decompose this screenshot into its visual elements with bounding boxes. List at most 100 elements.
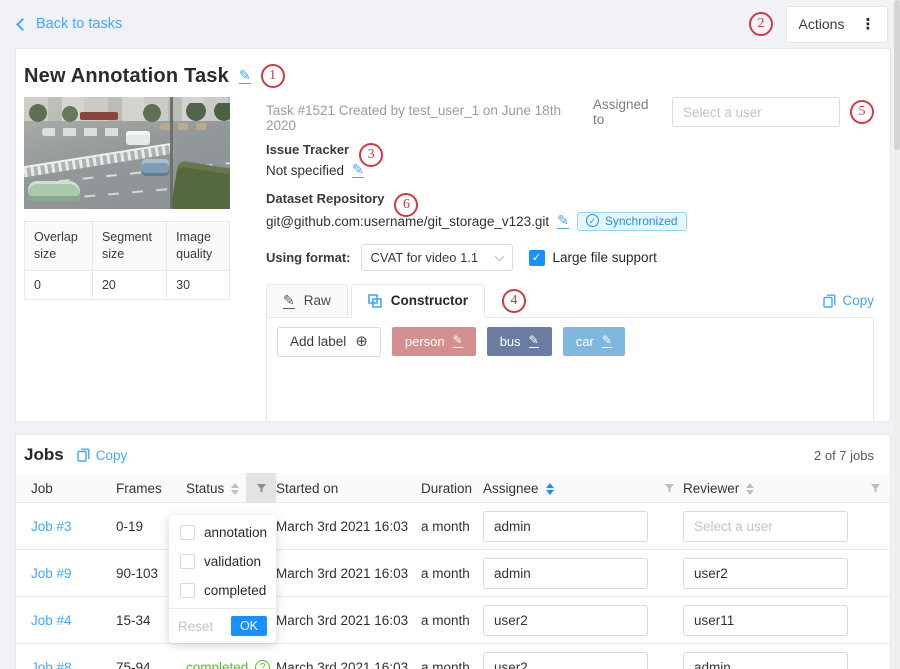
copy-icon	[823, 294, 836, 308]
actions-button-label: Actions	[799, 16, 845, 32]
assignee-select-input[interactable]	[672, 97, 840, 127]
task-title-row: New Annotation Task ✎ 1	[24, 61, 874, 91]
job-link[interactable]: Job #8	[31, 660, 116, 669]
column-assignee[interactable]: Assignee	[483, 481, 655, 496]
copy-labels-label: Copy	[842, 293, 874, 308]
thumbnail-green-car	[28, 181, 80, 201]
tab-raw-label: Raw	[304, 293, 331, 308]
edit-label-icon[interactable]: ✎	[453, 334, 463, 348]
copy-labels-button[interactable]: Copy	[823, 293, 874, 308]
filter-funnel-icon	[664, 483, 675, 494]
jobs-card: Jobs Copy 2 of 7 jobs Job Frames Status …	[15, 434, 891, 669]
scrollbar[interactable]	[894, 0, 900, 669]
edit-task-name-icon[interactable]: ✎	[239, 68, 251, 84]
job-assignee-input[interactable]	[483, 652, 648, 669]
actions-area: 2 Actions ⋮	[749, 6, 888, 43]
pencil-icon: ✎	[283, 293, 295, 309]
jobs-table-header: Job Frames Status Started on Duration As…	[16, 473, 890, 503]
filter-option-annotation[interactable]: annotation	[169, 518, 276, 547]
job-status: completed ?	[186, 660, 246, 669]
filter-ok-button[interactable]: OK	[231, 616, 267, 636]
parameters-header-row: Overlap size Segment size Image quality	[25, 222, 230, 271]
large-file-support-label: Large file support	[553, 250, 657, 265]
job-duration: a month	[421, 519, 483, 534]
column-reviewer-label: Reviewer	[683, 481, 739, 496]
job-link[interactable]: Job #4	[31, 613, 116, 628]
task-details-card: New Annotation Task ✎ 1	[15, 48, 891, 422]
job-row: Job #8 75-94 completed ? March 3rd 2021 …	[16, 644, 890, 669]
dataset-repository-url: git@github.com:username/git_storage_v123…	[266, 214, 549, 229]
label-tag-person[interactable]: person ✎	[392, 327, 476, 356]
status-filter-button[interactable]	[246, 473, 276, 503]
format-select[interactable]: CVAT for video 1.1	[361, 244, 513, 271]
filter-option-label: annotation	[204, 525, 267, 540]
assignee-filter-button[interactable]	[655, 473, 683, 503]
edit-label-icon[interactable]: ✎	[529, 334, 539, 348]
job-duration: a month	[421, 660, 483, 669]
job-row: Job #4 15-34 March 3rd 2021 16:03 a mont…	[16, 597, 890, 644]
filter-option-label: validation	[204, 554, 261, 569]
column-duration: Duration	[421, 481, 483, 496]
image-quality-header: Image quality	[167, 222, 230, 271]
job-duration: a month	[421, 613, 483, 628]
filter-reset-button[interactable]: Reset	[178, 619, 213, 634]
dataset-repository-label: Dataset Repository	[266, 191, 384, 206]
tab-raw[interactable]: ✎ Raw	[266, 284, 348, 318]
column-status[interactable]: Status	[186, 481, 246, 496]
sort-icon-active	[546, 483, 554, 495]
job-reviewer-input[interactable]	[683, 652, 848, 669]
job-reviewer-input[interactable]	[683, 511, 848, 542]
job-reviewer-input[interactable]	[683, 605, 848, 636]
label-tag-bus[interactable]: bus ✎	[487, 327, 552, 356]
task-preview-column: Overlap size Segment size Image quality …	[24, 97, 230, 422]
column-frames: Frames	[116, 481, 186, 496]
thumbnail-distant-cars	[160, 123, 212, 130]
job-assignee-input[interactable]	[483, 511, 648, 542]
sync-status-badge[interactable]: ✓ Synchronized	[577, 212, 687, 231]
scrollbar-thumb[interactable]	[894, 0, 900, 150]
checkbox-unchecked[interactable]	[180, 583, 195, 598]
back-to-tasks-link[interactable]: Back to tasks	[18, 16, 122, 32]
label-tag-name: bus	[500, 334, 521, 349]
jobs-count: 2 of 7 jobs	[814, 448, 874, 463]
column-job: Job	[31, 481, 116, 496]
job-row: Job #9 90-103 March 3rd 2021 16:03 a mon…	[16, 550, 890, 597]
column-assignee-label: Assignee	[483, 481, 539, 496]
job-row: Job #3 0-19 March 3rd 2021 16:03 a month	[16, 503, 890, 550]
task-meta-text: Task #1521 Created by test_user_1 on Jun…	[266, 97, 593, 133]
callout-2: 2	[749, 12, 773, 36]
edit-label-icon[interactable]: ✎	[602, 334, 612, 348]
label-tag-car[interactable]: car ✎	[563, 327, 625, 356]
plus-circle-icon: ⊕	[355, 334, 368, 349]
job-link[interactable]: Job #9	[31, 566, 116, 581]
filter-option-validation[interactable]: validation	[169, 547, 276, 576]
overlap-size-value: 0	[25, 270, 93, 299]
job-started-on: March 3rd 2021 16:03	[276, 660, 421, 669]
filter-option-completed[interactable]: completed	[169, 576, 276, 605]
checkbox-unchecked[interactable]	[180, 554, 195, 569]
callout-5: 5	[850, 100, 874, 124]
sync-status-label: Synchronized	[605, 214, 678, 228]
checkbox-unchecked[interactable]	[180, 525, 195, 540]
edit-repository-icon[interactable]: ✎	[557, 213, 569, 229]
job-assignee-input[interactable]	[483, 558, 648, 589]
add-label-button-label: Add label	[290, 334, 346, 349]
job-assignee-input[interactable]	[483, 605, 648, 636]
job-reviewer-input[interactable]	[683, 558, 848, 589]
large-file-support-checkbox[interactable]: ✓ Large file support	[529, 250, 657, 266]
filter-funnel-icon	[870, 483, 881, 494]
job-started-on: March 3rd 2021 16:03	[276, 566, 421, 581]
edit-issue-tracker-icon[interactable]: ✎	[352, 162, 364, 178]
reviewer-filter-button[interactable]	[861, 473, 889, 503]
job-link[interactable]: Job #3	[31, 519, 116, 534]
label-tag-name: car	[576, 334, 594, 349]
actions-button[interactable]: Actions ⋮	[786, 6, 888, 43]
task-thumbnail	[24, 97, 230, 209]
column-reviewer[interactable]: Reviewer	[683, 481, 861, 496]
add-label-button[interactable]: Add label ⊕	[277, 327, 381, 357]
filter-footer: Reset OK	[169, 608, 276, 643]
column-status-label: Status	[186, 481, 224, 496]
tab-constructor[interactable]: Constructor	[351, 284, 485, 318]
format-select-value: CVAT for video 1.1	[371, 250, 479, 265]
copy-jobs-button[interactable]: Copy	[77, 448, 128, 463]
